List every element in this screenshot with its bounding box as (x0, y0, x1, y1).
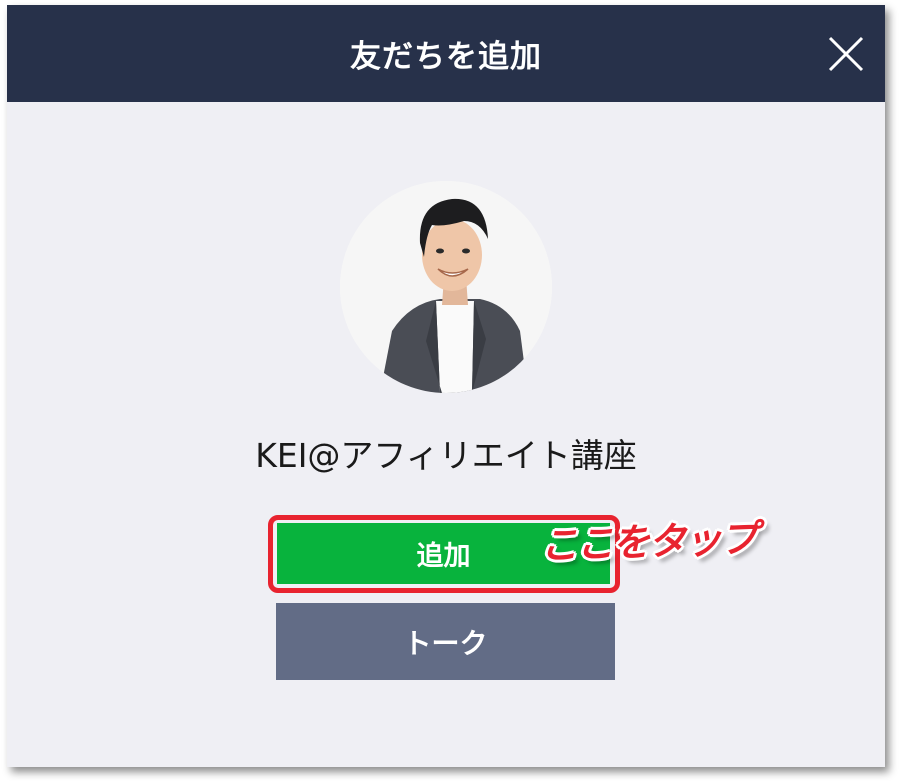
add-friend-dialog: 友だちを追加 KEI@アフィリエイト講座 追加 トーク ここをタップ (7, 5, 885, 767)
talk-button[interactable]: トーク (276, 603, 615, 680)
dialog-header: 友だちを追加 (7, 5, 885, 102)
avatar (340, 181, 552, 393)
dialog-title: 友だちを追加 (350, 39, 542, 75)
close-icon[interactable] (827, 35, 865, 73)
tap-here-annotation: ここをタップ (538, 515, 757, 569)
profile-name: KEI@アフィリエイト講座 (255, 436, 637, 475)
